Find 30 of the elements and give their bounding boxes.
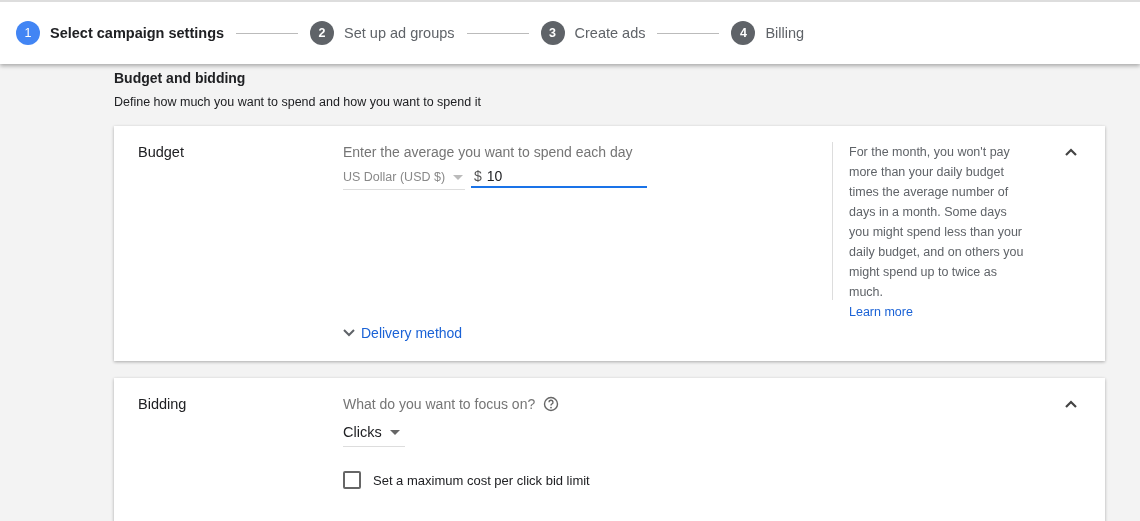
step-tab[interactable]: 2 Set up ad groups: [310, 21, 455, 45]
section-title: Budget and bidding: [114, 70, 247, 86]
card-title: Bidding: [138, 396, 188, 414]
checkbox[interactable]: [343, 471, 361, 489]
step-number: 2: [310, 21, 335, 45]
card-title: Budget: [138, 144, 185, 162]
section-subtitle: Define how much you want to spend and how you want to spend it: [114, 95, 482, 109]
step-number: 1: [16, 21, 40, 45]
help-icon: [543, 396, 560, 412]
dropdown-arrow-icon: [453, 174, 464, 180]
currency-symbol: $: [474, 167, 482, 184]
checkbox-label: Set a maximum cost per click bid limit: [373, 472, 590, 488]
step-tab[interactable]: 1 Select campaign settings: [16, 21, 225, 45]
chevron-up-icon: [1065, 148, 1077, 156]
help-text: For the month, you won't pay more than your daily budget times the average number of days in a month. Some days you might spend less than your daily budget, and on others you might spend up to twice as much.: [849, 144, 1025, 301]
amount-field[interactable]: $ 10: [471, 165, 647, 188]
chevron-down-icon: [343, 329, 355, 337]
delivery-method-link[interactable]: Delivery method: [343, 325, 463, 341]
step-tab[interactable]: 3 Create ads: [540, 21, 646, 45]
focus-dropdown[interactable]: Clicks: [343, 418, 405, 447]
chevron-up-icon: [1065, 400, 1077, 408]
currency-dropdown[interactable]: US Dollar (USD $): [343, 165, 465, 190]
learn-more-link[interactable]: Learn more: [849, 305, 913, 319]
step-number: 4: [731, 21, 756, 45]
field-prompt: What do you want to focus on?: [343, 396, 536, 412]
step-tab[interactable]: 4 Billing: [731, 21, 805, 45]
field-prompt: Enter the average you want to spend each day: [343, 144, 634, 160]
dropdown-arrow-icon: [389, 429, 400, 435]
step-number: 3: [540, 21, 565, 45]
amount-value: 10: [485, 167, 503, 184]
